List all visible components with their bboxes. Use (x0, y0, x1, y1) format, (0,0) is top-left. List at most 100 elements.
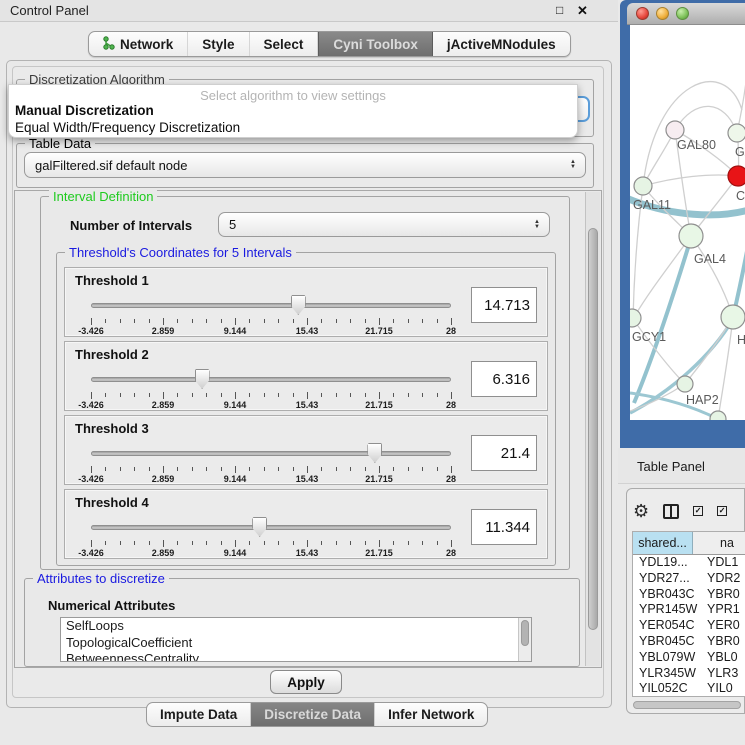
column-header-name[interactable]: na (693, 532, 745, 554)
control-panel-titlebar (0, 0, 618, 22)
slider-track[interactable] (91, 525, 451, 530)
tab-style[interactable]: Style (188, 32, 249, 56)
vertical-scrollbar-thumb[interactable] (588, 228, 598, 630)
list-scrollbar-thumb[interactable] (521, 620, 529, 646)
node-label: GAL4 (694, 252, 726, 266)
float-icon[interactable]: □ (556, 3, 563, 17)
network-node[interactable] (666, 121, 684, 139)
slider-track[interactable] (91, 377, 451, 382)
table-row[interactable]: YER054CYER0 (633, 618, 745, 634)
table-data-group-title: Table Data (25, 136, 95, 151)
list-item[interactable]: SelfLoops (61, 618, 531, 635)
numerical-attributes-list[interactable]: SelfLoopsTopologicalCoefficientBetweenne… (60, 617, 532, 662)
table-row[interactable]: YDR27...YDR2 (633, 571, 745, 587)
tab-label: Infer Network (388, 707, 474, 722)
vertical-scrollbar[interactable] (585, 192, 600, 666)
minimize-light-icon[interactable] (656, 7, 669, 20)
node-label: GAL80 (677, 138, 716, 152)
dropdown-option-manual-discretization[interactable]: Manual Discretization (15, 103, 154, 118)
close-icon[interactable]: ✕ (577, 3, 588, 19)
threshold-value-field[interactable]: 6.316 (471, 361, 537, 397)
tab-network[interactable]: Network (89, 32, 188, 56)
gear-icon[interactable]: ⚙ (633, 502, 649, 520)
slider-thumb[interactable] (291, 295, 306, 315)
network-edge[interactable] (643, 175, 738, 186)
threshold-value-field[interactable]: 11.344 (471, 509, 537, 545)
network-node[interactable] (679, 224, 703, 248)
network-window-titlebar[interactable] (627, 3, 745, 25)
column-header-shared[interactable]: shared... (633, 532, 693, 554)
horizontal-scrollbar-thumb[interactable] (633, 701, 741, 709)
checkbox-checked-icon[interactable]: ✓ (693, 506, 703, 516)
slider-thumb[interactable] (367, 443, 382, 463)
node-label: GA (735, 145, 745, 159)
checkbox-checked-icon[interactable]: ✓ (717, 506, 727, 516)
dropdown-option-equal-width-frequency[interactable]: Equal Width/Frequency Discretization (15, 120, 240, 135)
threshold-label: Threshold 2 (75, 347, 149, 362)
table-row[interactable]: YBR043CYBR0 (633, 587, 745, 603)
network-edge[interactable] (733, 230, 745, 317)
tab-cyni-toolbox[interactable]: Cyni Toolbox (318, 32, 433, 56)
tab-label: Impute Data (160, 707, 237, 722)
threshold-row: Threshold 4 -3.4262.8599.14415.4321.7152… (64, 489, 548, 559)
thresholds-groupbox: Threshold's Coordinates for 5 Intervals … (56, 252, 556, 566)
threshold-slider[interactable]: -3.4262.8599.14415.4321.71528 (91, 516, 451, 558)
network-edge[interactable] (691, 236, 733, 317)
slider-thumb[interactable] (252, 517, 267, 537)
table-panel-title: Table Panel (637, 459, 705, 474)
table-row[interactable]: YIL052CYIL0 (633, 681, 745, 697)
tab-discretize-data[interactable]: Discretize Data (251, 703, 375, 726)
network-edge[interactable] (737, 65, 745, 133)
threshold-slider[interactable]: -3.4262.8599.14415.4321.71528 (91, 368, 451, 410)
network-node[interactable] (710, 411, 726, 420)
table-row[interactable]: YBR045CYBR0 (633, 634, 745, 650)
tab-impute-data[interactable]: Impute Data (147, 703, 251, 726)
network-node[interactable] (728, 166, 745, 186)
network-canvas[interactable]: GAL80GACGAL11GAL4GCY1HHAP2 (630, 25, 745, 420)
numerical-attributes-label: Numerical Attributes (48, 598, 175, 613)
stepper-arrows-icon: ▲▼ (534, 220, 540, 230)
network-node[interactable] (721, 305, 745, 329)
slider-tick-labels: -3.4262.8599.14415.4321.71528 (91, 474, 451, 484)
threshold-label: Threshold 1 (75, 273, 149, 288)
threshold-slider[interactable]: -3.4262.8599.14415.4321.71528 (91, 294, 451, 336)
node-attribute-table[interactable]: shared... na YDL19...YDL1YDR27...YDR2YBR… (632, 531, 745, 697)
tab-jactivemnodules[interactable]: jActiveMNodules (433, 32, 570, 56)
tab-select[interactable]: Select (250, 32, 319, 56)
node-label: GAL11 (633, 198, 671, 212)
apply-button[interactable]: Apply (270, 670, 342, 694)
threshold-value-field[interactable]: 14.713 (471, 287, 537, 323)
network-node[interactable] (634, 177, 652, 195)
node-label: HAP2 (686, 393, 719, 407)
list-item[interactable]: BetweennessCentrality (61, 651, 531, 662)
node-label: H (737, 333, 745, 347)
network-graph-icon (103, 36, 115, 53)
tab-label: Discretize Data (264, 707, 361, 722)
close-light-icon[interactable] (636, 7, 649, 20)
table-row[interactable]: YBL079WYBL0 (633, 650, 745, 666)
threshold-slider[interactable]: -3.4262.8599.14415.4321.71528 (91, 442, 451, 484)
table-row[interactable]: YDL19...YDL1 (633, 555, 745, 571)
split-columns-icon[interactable] (663, 504, 679, 519)
slider-thumb[interactable] (195, 369, 210, 389)
network-edge[interactable] (633, 319, 685, 384)
number-of-intervals-dropdown[interactable]: 5 ▲▼ (218, 212, 550, 237)
tab-infer-network[interactable]: Infer Network (375, 703, 487, 726)
table-row[interactable]: YPR145WYPR1 (633, 602, 745, 618)
list-scrollbar[interactable] (518, 618, 531, 661)
table-row[interactable]: YLR345WYLR3 (633, 666, 745, 682)
network-node[interactable] (728, 124, 745, 142)
list-item[interactable]: TopologicalCoefficient (61, 635, 531, 652)
slider-track[interactable] (91, 451, 451, 456)
slider-ticks (91, 318, 451, 325)
table-data-dropdown[interactable]: galFiltered.sif default node ▲▼ (24, 152, 586, 178)
network-node[interactable] (630, 309, 641, 327)
network-edge[interactable] (633, 236, 691, 319)
network-node[interactable] (677, 376, 693, 392)
threshold-value-field[interactable]: 21.4 (471, 435, 537, 471)
slider-track[interactable] (91, 303, 451, 308)
table-toolbar: ⚙ ✓ ✓ (633, 497, 743, 525)
network-edge[interactable] (643, 82, 742, 186)
thresholds-group-title: Threshold's Coordinates for 5 Intervals (65, 245, 296, 260)
zoom-light-icon[interactable] (676, 7, 689, 20)
